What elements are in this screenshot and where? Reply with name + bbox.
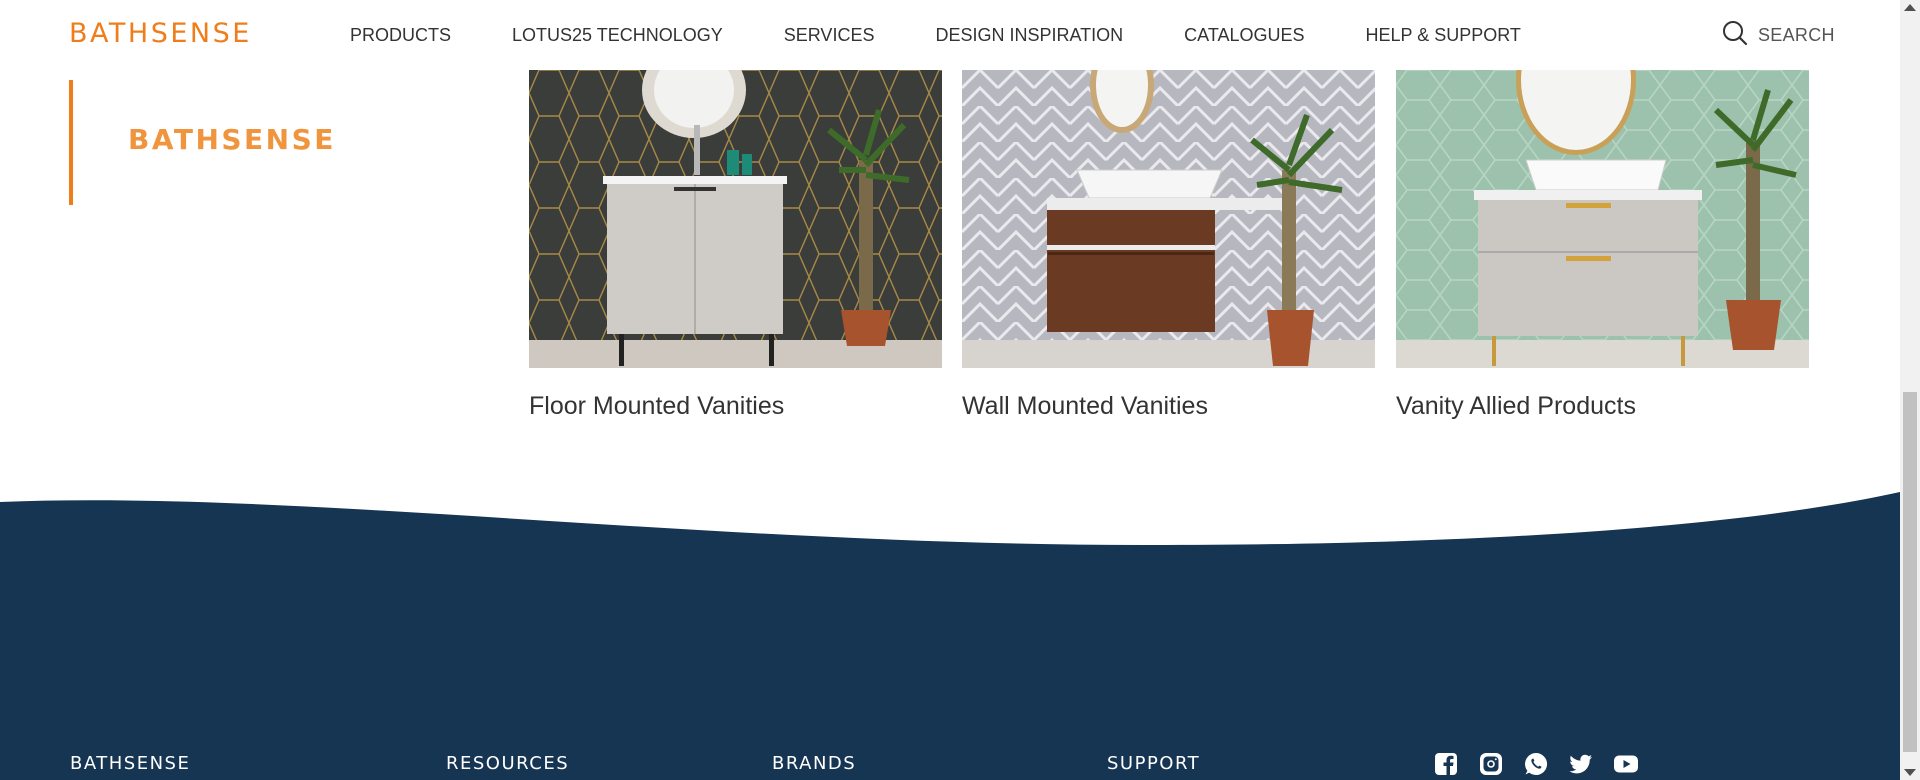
scrollbar-thumb[interactable] [1903, 392, 1917, 752]
page-scrollbar[interactable] [1900, 0, 1920, 780]
main-nav: PRODUCTS LOTUS25 TECHNOLOGY SERVICES DES… [350, 25, 1582, 46]
twitter-icon[interactable] [1568, 751, 1594, 777]
footer-col-bathsense[interactable]: BATHSENSE [70, 753, 190, 774]
product-title-wall-mounted[interactable]: Wall Mounted Vanities [962, 392, 1375, 421]
scroll-down-arrow-icon[interactable] [1904, 769, 1916, 776]
product-image-vanity-allied[interactable] [1396, 70, 1809, 368]
product-title-vanity-allied[interactable]: Vanity Allied Products [1396, 392, 1809, 421]
nav-design-inspiration[interactable]: DESIGN INSPIRATION [935, 25, 1123, 46]
side-brand-logo: BATHSENSE [128, 123, 336, 156]
search-icon [1722, 20, 1748, 51]
nav-lotus25-technology[interactable]: LOTUS25 TECHNOLOGY [512, 25, 723, 46]
nav-services[interactable]: SERVICES [784, 25, 875, 46]
footer-col-support[interactable]: SUPPORT [1107, 753, 1200, 774]
product-card-vanity-allied[interactable]: Vanity Allied Products [1396, 70, 1809, 421]
site-footer: BATHSENSE RESOURCES BRANDS SUPPORT [0, 548, 1900, 780]
side-brand: BATHSENSE [69, 80, 333, 205]
social-links [1433, 751, 1658, 777]
product-image-floor-mounted-vanity[interactable] [529, 70, 942, 368]
footer-col-resources[interactable]: RESOURCES [446, 753, 569, 774]
product-title-floor-mounted[interactable]: Floor Mounted Vanities [529, 392, 942, 421]
product-card-floor-mounted[interactable]: Floor Mounted Vanities [529, 70, 942, 421]
facebook-icon[interactable] [1433, 751, 1459, 777]
brand-logo[interactable]: BATHSENSE [69, 18, 252, 49]
instagram-icon[interactable] [1478, 751, 1504, 777]
product-image-wall-mounted-vanity[interactable] [962, 70, 1375, 368]
footer-col-brands[interactable]: BRANDS [772, 753, 856, 774]
site-header: BATHSENSE PRODUCTS LOTUS25 TECHNOLOGY SE… [0, 0, 1900, 70]
scroll-up-arrow-icon[interactable] [1904, 4, 1916, 11]
product-card-wall-mounted[interactable]: Wall Mounted Vanities [962, 70, 1375, 421]
whatsapp-icon[interactable] [1523, 751, 1549, 777]
footer-wave [0, 492, 1900, 550]
nav-products[interactable]: PRODUCTS [350, 25, 451, 46]
youtube-icon[interactable] [1613, 751, 1639, 777]
search-button[interactable]: SEARCH [1722, 20, 1835, 51]
nav-catalogues[interactable]: CATALOGUES [1184, 25, 1304, 46]
page: BATHSENSE PRODUCTS LOTUS25 TECHNOLOGY SE… [0, 0, 1920, 780]
search-label: SEARCH [1758, 25, 1835, 45]
nav-help-support[interactable]: HELP & SUPPORT [1366, 25, 1521, 46]
